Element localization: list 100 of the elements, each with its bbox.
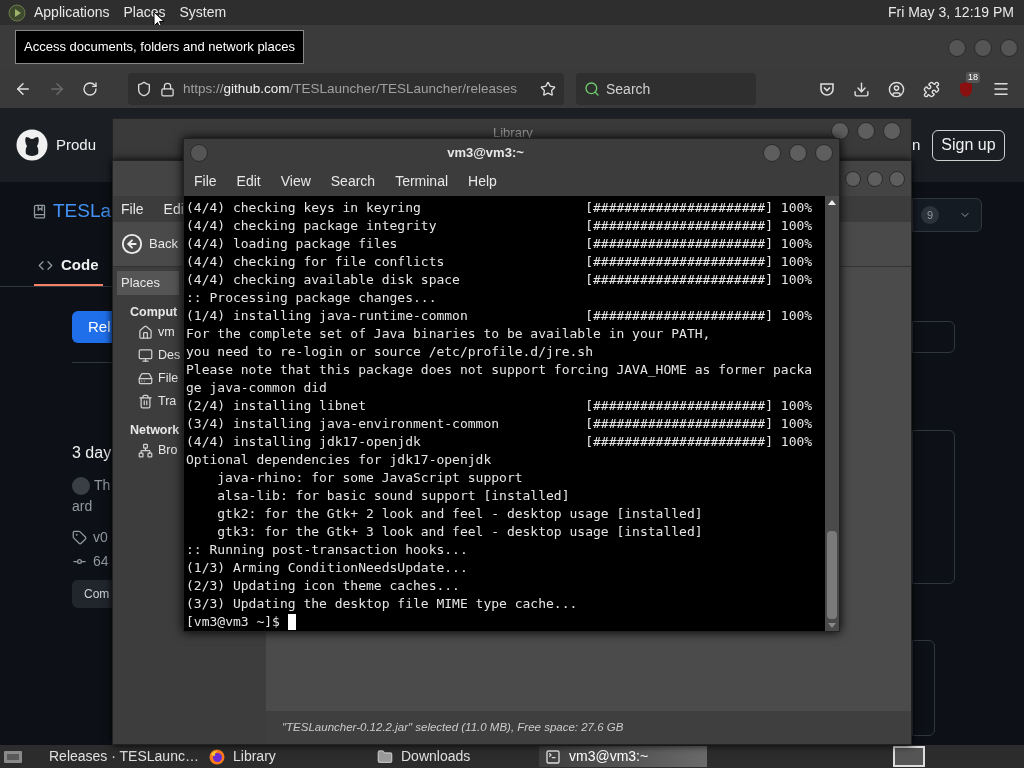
watch-count-control[interactable]: 9 bbox=[912, 198, 982, 232]
progress-bar-text: [######################] bbox=[585, 415, 773, 433]
close-button[interactable] bbox=[815, 143, 833, 162]
maximize-button[interactable] bbox=[789, 143, 807, 162]
nav-link[interactable]: n bbox=[912, 133, 921, 157]
home-icon bbox=[138, 325, 153, 340]
maximize-button[interactable] bbox=[867, 170, 883, 187]
menu-item[interactable]: Help bbox=[468, 170, 497, 192]
window-menu-button[interactable] bbox=[190, 143, 208, 162]
close-button[interactable] bbox=[1000, 38, 1018, 57]
percent-text: 100% bbox=[780, 415, 813, 433]
extension-shield-icon[interactable] bbox=[958, 80, 974, 98]
sign-up-button[interactable]: Sign up bbox=[932, 129, 1005, 161]
menu-item[interactable]: File bbox=[121, 198, 144, 220]
sidebar-item[interactable]: vm bbox=[138, 321, 175, 344]
window-title: Library bbox=[493, 124, 533, 142]
close-button[interactable] bbox=[883, 122, 901, 140]
panel-menu[interactable]: Places bbox=[123, 2, 166, 23]
search-field[interactable]: Search bbox=[576, 73, 756, 105]
panel-menu[interactable]: Applications bbox=[34, 2, 110, 23]
terminal-icon bbox=[545, 748, 561, 765]
progress-bar-text: [######################] bbox=[585, 199, 773, 217]
menu-item[interactable]: View bbox=[280, 170, 311, 192]
chevron-shield-icon[interactable] bbox=[819, 81, 835, 97]
releases-button[interactable]: Rel bbox=[72, 311, 112, 343]
taskbar-button[interactable]: Library bbox=[203, 746, 371, 767]
drive-icon bbox=[138, 371, 153, 386]
trash-icon bbox=[138, 394, 153, 409]
code-tab[interactable]: Code bbox=[34, 246, 103, 286]
tag-icon bbox=[72, 530, 87, 545]
terminal-line: (1/4) installing java-runtime-common bbox=[186, 307, 469, 325]
terminal-line: (2/3) Updating icon theme caches... bbox=[186, 577, 460, 595]
cat-logo-icon[interactable] bbox=[16, 129, 48, 161]
sidebar-heading: Comput bbox=[130, 304, 178, 321]
percent-text: 100% bbox=[780, 433, 813, 451]
star-icon[interactable] bbox=[540, 81, 556, 97]
terminal-line: java-rhino: for some JavaScript support bbox=[217, 469, 523, 487]
author-text: Th bbox=[94, 476, 111, 495]
taskbar-button[interactable]: Releases · TESLaunc… bbox=[35, 746, 203, 767]
terminal-line: Optional dependencies for jdk17-openjdk bbox=[186, 451, 492, 469]
download-icon[interactable] bbox=[853, 80, 870, 98]
terminal-line: For the complete set of Java binaries to be available in your PATH, bbox=[186, 325, 711, 343]
notification-badge: 18 bbox=[966, 71, 980, 83]
shield-icon[interactable] bbox=[136, 81, 152, 97]
sidebar-item[interactable]: Des bbox=[138, 344, 181, 367]
percent-text: 100% bbox=[780, 397, 813, 415]
workspace-switcher[interactable] bbox=[893, 746, 925, 767]
panel-menu[interactable]: System bbox=[179, 2, 227, 23]
account-icon[interactable] bbox=[888, 80, 905, 98]
terminal-line: gtk3: for the Gtk+ 3 look and feel - desktop usage [installed] bbox=[217, 523, 703, 541]
menu-item[interactable]: File bbox=[194, 170, 217, 192]
minimize-button[interactable] bbox=[948, 38, 966, 57]
repo-link[interactable]: TESLa bbox=[53, 196, 112, 226]
menu-item[interactable]: Search bbox=[330, 170, 376, 192]
terminal-line: (3/4) installing java-environment-common bbox=[186, 415, 501, 433]
percent-text: 100% bbox=[780, 253, 813, 271]
folder-icon bbox=[377, 748, 393, 765]
minimize-button[interactable] bbox=[763, 143, 781, 162]
play-logo-icon[interactable] bbox=[8, 3, 26, 22]
percent-text: 100% bbox=[780, 307, 813, 325]
maximize-button[interactable] bbox=[857, 122, 875, 140]
percent-text: 100% bbox=[780, 199, 813, 217]
sidebar-item[interactable]: Tra bbox=[138, 390, 177, 413]
compare-button[interactable]: Com bbox=[72, 580, 112, 608]
minimize-button[interactable] bbox=[845, 170, 861, 187]
close-button[interactable] bbox=[889, 170, 905, 187]
taskbar-button[interactable]: vm3@vm3:~ bbox=[539, 746, 707, 767]
lock-icon[interactable] bbox=[160, 81, 175, 97]
sidebar-item[interactable]: Bro bbox=[138, 439, 178, 462]
scrollbar[interactable] bbox=[825, 196, 839, 631]
shell-prompt: [vm3@vm3 ~]$ bbox=[186, 613, 280, 631]
count-badge: 9 bbox=[921, 206, 939, 224]
tag-text[interactable]: v0 bbox=[93, 527, 108, 548]
nav-link[interactable]: Produ bbox=[56, 133, 97, 157]
menu-item[interactable]: Edi bbox=[163, 198, 184, 220]
show-desktop-icon[interactable] bbox=[3, 748, 23, 765]
url-text: https://github.com/TESLauncher/TESLauncher/releases bbox=[183, 79, 517, 98]
reload-icon[interactable] bbox=[82, 81, 98, 97]
terminal-line: :: Processing package changes... bbox=[186, 289, 437, 307]
back-icon[interactable] bbox=[14, 80, 32, 98]
back-button[interactable]: Back bbox=[121, 233, 178, 255]
puzzle-icon[interactable] bbox=[923, 80, 940, 98]
progress-bar-text: [######################] bbox=[585, 217, 773, 235]
sidebar-item[interactable]: File bbox=[138, 367, 179, 390]
url-field[interactable]: https://github.com/TESLauncher/TESLauncher/releases bbox=[128, 73, 564, 105]
maximize-button[interactable] bbox=[974, 38, 992, 57]
sidebar-tab[interactable]: Places bbox=[117, 271, 179, 295]
progress-bar-text: [######################] bbox=[585, 307, 773, 325]
repo-icon bbox=[32, 203, 47, 219]
taskbar-button[interactable]: Downloads bbox=[371, 746, 539, 767]
minimize-button[interactable] bbox=[831, 122, 849, 140]
terminal-line: (4/4) checking available disk space bbox=[186, 271, 461, 289]
clock[interactable]: Fri May 3, 12:19 PM bbox=[887, 2, 1016, 23]
terminal-line: gtk2: for the Gtk+ 2 look and feel - desktop usage [installed] bbox=[217, 505, 703, 523]
menu-item[interactable]: Edit bbox=[236, 170, 261, 192]
menu-icon[interactable] bbox=[992, 80, 1010, 98]
terminal-line: you need to re-login or source /etc/profile.d/jre.sh bbox=[186, 343, 593, 361]
menu-item[interactable]: Terminal bbox=[395, 170, 449, 192]
tooltip: Access documents, folders and network places bbox=[15, 30, 304, 64]
commit-text[interactable]: 64 bbox=[93, 551, 109, 572]
